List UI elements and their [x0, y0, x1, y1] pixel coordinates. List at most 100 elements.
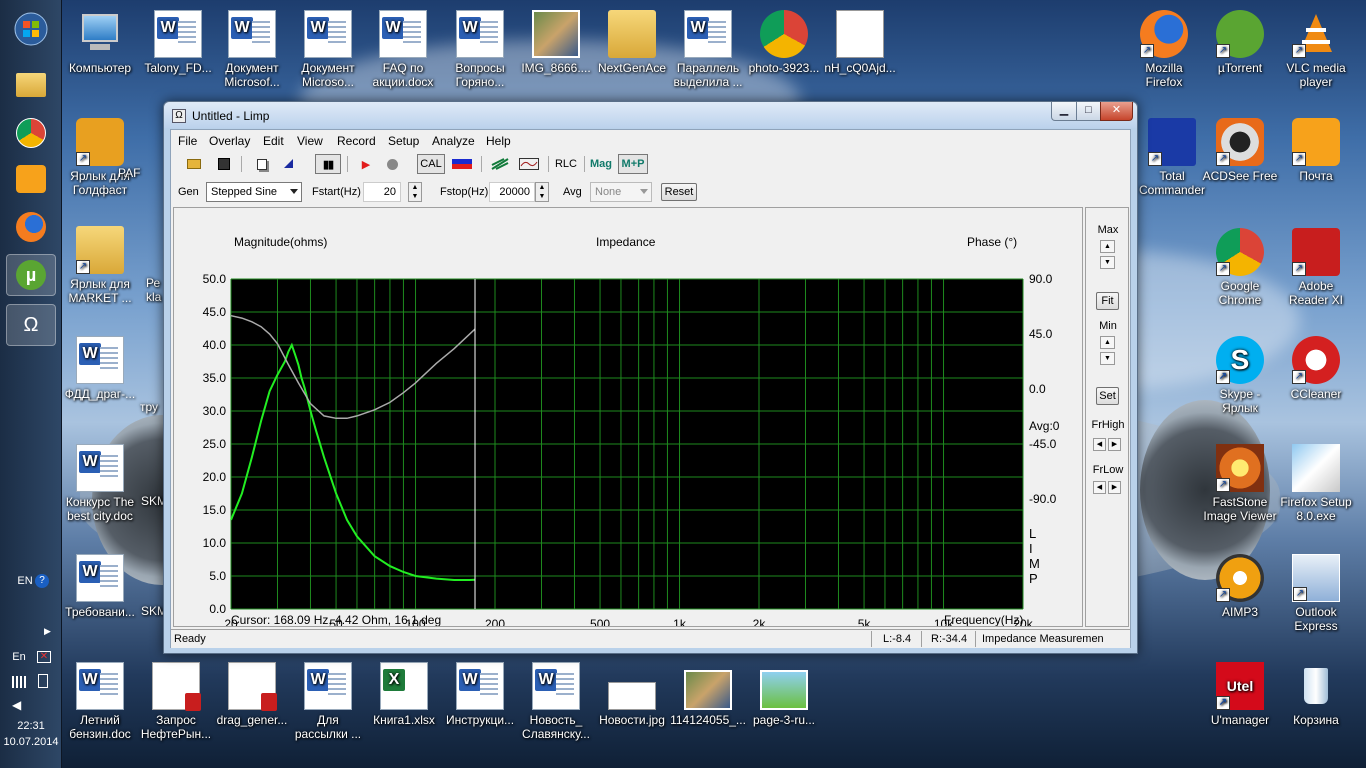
desktop-icon-total-commander[interactable]: ↗ Total Commander: [1134, 118, 1210, 197]
fstop-input[interactable]: 20000: [489, 182, 535, 202]
waterfall-button[interactable]: [487, 154, 513, 174]
desktop-icon-pdf[interactable]: Запрос НефтеРын...: [138, 662, 214, 741]
desktop-icon-ccleaner[interactable]: ↗ CCleaner: [1278, 336, 1354, 401]
set-button[interactable]: Set: [1096, 387, 1119, 405]
network-icon[interactable]: ✕: [37, 651, 51, 663]
desktop-icon-doc[interactable]: Требовани...: [62, 554, 138, 619]
desktop-icon-doc[interactable]: ФДД_драг-...: [62, 336, 138, 401]
title-bar[interactable]: Ω Untitled - Limp ▁ □ ✕: [164, 102, 1137, 128]
desktop-icon-recycle-bin[interactable]: Корзина: [1278, 662, 1354, 727]
impedance-chart[interactable]: Magnitude(ohms) Impedance Phase (°) Freq…: [174, 208, 1082, 631]
desktop-icon-image[interactable]: Новости.jpg: [594, 662, 670, 727]
reset-button[interactable]: Reset: [661, 183, 697, 201]
desktop-icon-image[interactable]: 114124055_...: [670, 662, 746, 727]
mag-button[interactable]: Mag: [588, 154, 614, 174]
maximize-button[interactable]: □: [1076, 102, 1101, 121]
copy-button[interactable]: [251, 154, 273, 174]
desktop-icon-utorrent[interactable]: ↗ µTorrent: [1202, 10, 1278, 75]
desktop-icon-doc[interactable]: Летний бензин.doc: [62, 662, 138, 741]
pause-button[interactable]: ▮▮: [315, 154, 341, 174]
desktop-icon-image[interactable]: page-3-ru...: [746, 662, 822, 727]
menu-help[interactable]: Help: [486, 134, 511, 148]
taskbar-firefox[interactable]: [6, 206, 56, 248]
clock-time[interactable]: 22:31: [0, 720, 62, 732]
tray-expand-icon[interactable]: ▶: [44, 626, 51, 637]
battery-icon[interactable]: [38, 674, 48, 688]
overlay-button[interactable]: [516, 154, 542, 174]
start-button[interactable]: [6, 8, 56, 50]
stop-button[interactable]: [381, 154, 403, 174]
desktop-icon-mail[interactable]: ↗ Почта: [1278, 118, 1354, 183]
desktop-icon-image[interactable]: nH_cQ0Ajd...: [822, 10, 898, 75]
desktop-icon-folder[interactable]: NextGenAce: [594, 10, 670, 75]
desktop-icon-doc[interactable]: Новость_ Славянску...: [518, 662, 594, 741]
max-down-button[interactable]: ▼: [1100, 256, 1115, 269]
desktop-icon-computer[interactable]: Компьютер: [62, 10, 138, 75]
calibrate-button[interactable]: CAL: [417, 154, 445, 174]
desktop-icon-aimp[interactable]: ↗ AIMP3: [1202, 554, 1278, 619]
mag-phase-button[interactable]: M+P: [618, 154, 648, 174]
desktop-icon-shortcut[interactable]: ↗ Ярлык для MARKET ...: [62, 226, 138, 305]
taskbar-limp[interactable]: Ω: [6, 304, 56, 346]
menu-file[interactable]: File: [178, 134, 197, 148]
desktop-icon-doc[interactable]: FAQ по акции.docx: [365, 10, 441, 89]
menu-record[interactable]: Record: [337, 134, 376, 148]
menu-analyze[interactable]: Analyze: [432, 134, 475, 148]
desktop-icon-faststone[interactable]: ↗ FastStone Image Viewer: [1202, 444, 1278, 523]
desktop-icon-doc[interactable]: Talony_FD...: [140, 10, 216, 75]
menu-edit[interactable]: Edit: [263, 134, 284, 148]
desktop-icon-doc[interactable]: Инструкци...: [442, 662, 518, 727]
avg-select[interactable]: None: [590, 182, 652, 202]
taskbar-explorer[interactable]: [6, 64, 56, 106]
desktop-icon-outlook[interactable]: ↗ Outlook Express: [1278, 554, 1354, 633]
fit-button[interactable]: Fit: [1096, 292, 1119, 310]
rlc-button[interactable]: RLC: [552, 154, 580, 174]
frhigh-right-button[interactable]: ▶: [1108, 438, 1121, 451]
app-omega-icon[interactable]: Ω: [172, 109, 186, 123]
frhigh-left-button[interactable]: ◀: [1093, 438, 1106, 451]
desktop-icon-partial[interactable]: PAF: [118, 166, 168, 180]
frlow-left-button[interactable]: ◀: [1093, 481, 1106, 494]
volume-icon[interactable]: ◀: [12, 698, 21, 712]
cursor-button[interactable]: [277, 154, 299, 174]
fstart-spinner[interactable]: ▲ ▼: [408, 182, 422, 202]
minimize-button[interactable]: ▁: [1051, 102, 1077, 121]
channel-button[interactable]: [449, 154, 475, 174]
desktop-icon-doc[interactable]: Документ Microsof...: [214, 10, 290, 89]
desktop-icon-doc[interactable]: Конкурс The best city.doc: [62, 444, 138, 523]
close-button[interactable]: ✕: [1100, 102, 1133, 121]
desktop-icon-skype[interactable]: S ↗ Skype - Ярлык: [1202, 336, 1278, 415]
clock-date[interactable]: 10.07.2014: [0, 736, 62, 748]
record-button[interactable]: ▶: [355, 154, 377, 174]
desktop-icon-adobe[interactable]: ↗ Adobe Reader XI: [1278, 228, 1354, 307]
desktop-icon-xlsx[interactable]: Книга1.xlsx: [366, 662, 442, 727]
min-up-button[interactable]: ▲: [1100, 336, 1115, 349]
frlow-right-button[interactable]: ▶: [1108, 481, 1121, 494]
desktop-icon-doc[interactable]: Параллель выделила ...: [670, 10, 746, 89]
signal-icon[interactable]: [12, 676, 26, 688]
desktop-icon-firefox[interactable]: ↗ Mozilla Firefox: [1126, 10, 1202, 89]
desktop-icon-chrome-file[interactable]: photo-3923...: [746, 10, 822, 75]
desktop-icon-umanager[interactable]: Utel ↗ U'manager: [1202, 662, 1278, 727]
taskbar-outlook[interactable]: [6, 158, 56, 200]
menu-setup[interactable]: Setup: [388, 134, 419, 148]
desktop-icon-acdsee[interactable]: ↗ ACDSee Free: [1202, 118, 1278, 183]
desktop-icon-setup[interactable]: Firefox Setup 8.0.exe: [1278, 444, 1354, 523]
max-up-button[interactable]: ▲: [1100, 240, 1115, 253]
desktop-icon-doc[interactable]: Вопросы Горяно...: [442, 10, 518, 89]
min-down-button[interactable]: ▼: [1100, 352, 1115, 365]
save-button[interactable]: [213, 154, 235, 174]
desktop-icon-doc[interactable]: Документ Microso...: [290, 10, 366, 89]
desktop-icon-doc[interactable]: Для рассылки ...: [290, 662, 366, 741]
open-button[interactable]: [183, 154, 205, 174]
desktop-icon-image[interactable]: IMG_8666....: [518, 10, 594, 75]
desktop-icon-vlc[interactable]: ↗ VLC media player: [1278, 10, 1354, 89]
menu-view[interactable]: View: [297, 134, 323, 148]
desktop-icon-chrome[interactable]: ↗ Google Chrome: [1202, 228, 1278, 307]
fstop-spinner[interactable]: ▲ ▼: [535, 182, 549, 202]
desktop-icon-shortcut[interactable]: ↗ Ярлык для Голдфаст: [62, 118, 138, 197]
help-icon[interactable]: ?: [35, 574, 49, 588]
taskbar-utorrent[interactable]: µ: [6, 254, 56, 296]
taskbar-chrome[interactable]: [6, 112, 56, 154]
generator-select[interactable]: Stepped Sine: [206, 182, 302, 202]
